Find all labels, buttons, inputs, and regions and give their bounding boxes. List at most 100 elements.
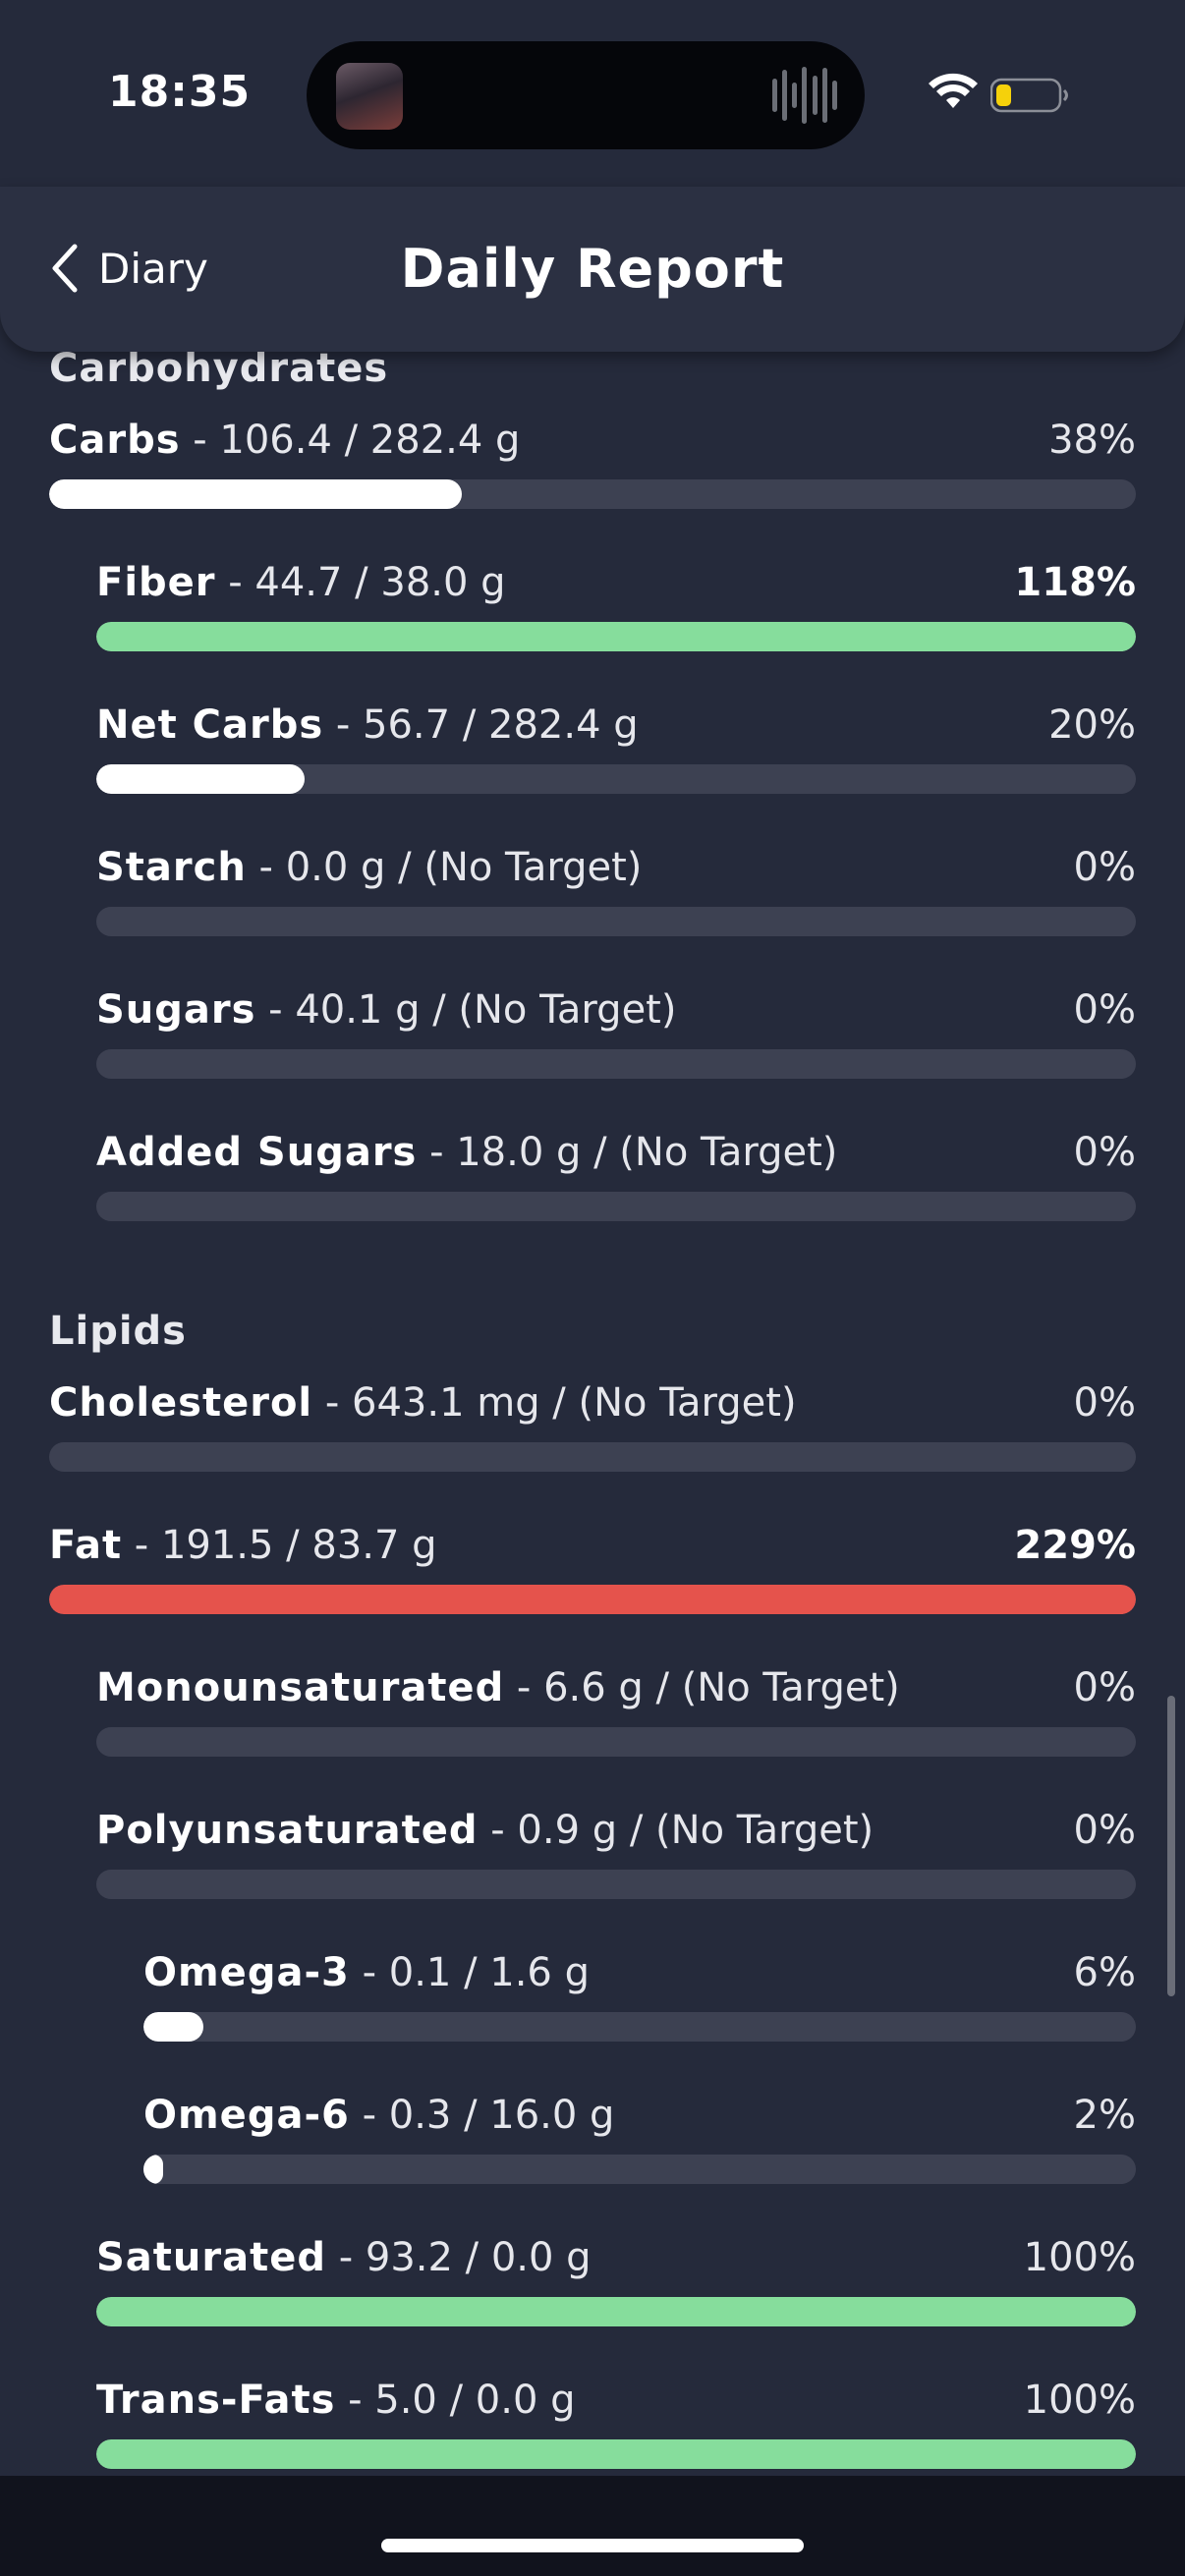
progress-track xyxy=(96,1870,1136,1899)
nutrient-amount: - 191.5 / 83.7 g xyxy=(122,1523,437,1568)
progress-fill xyxy=(49,1585,1136,1614)
nutrient-amount: - 643.1 mg / (No Target) xyxy=(312,1380,797,1426)
nutrient-amount: - 0.0 g / (No Target) xyxy=(246,845,643,890)
progress-track xyxy=(96,2439,1136,2469)
nutrient-percent: 100% xyxy=(1023,2235,1136,2280)
nutrient-percent: 20% xyxy=(1048,702,1136,748)
nutrient-row[interactable]: Trans-Fats - 5.0 / 0.0 g 100% xyxy=(96,2373,1136,2469)
nutrient-name: Omega-6 xyxy=(143,2093,350,2138)
status-time: 18:35 xyxy=(108,67,252,117)
progress-track xyxy=(96,764,1136,794)
nutrient-percent: 38% xyxy=(1048,418,1136,463)
progress-fill xyxy=(143,2155,164,2184)
nutrient-row-header: Added Sugars - 18.0 g / (No Target) 0% xyxy=(96,1125,1136,1180)
nutrient-percent: 118% xyxy=(1014,560,1136,605)
progress-track xyxy=(143,2012,1136,2042)
nutrient-percent: 100% xyxy=(1023,2378,1136,2423)
nutrient-row[interactable]: Polyunsaturated - 0.9 g / (No Target) 0% xyxy=(96,1803,1136,1899)
progress-track xyxy=(96,1049,1136,1079)
nutrient-row-header: Saturated - 93.2 / 0.0 g 100% xyxy=(96,2230,1136,2285)
nutrient-name: Omega-3 xyxy=(143,1950,350,1995)
nutrient-percent: 0% xyxy=(1073,1380,1136,1426)
nutrient-name: Saturated xyxy=(96,2235,326,2280)
wifi-icon xyxy=(929,73,978,108)
nutrient-row-header: Net Carbs - 56.7 / 282.4 g 20% xyxy=(96,698,1136,753)
progress-fill xyxy=(96,2439,1136,2469)
nutrient-name: Sugars xyxy=(96,987,256,1033)
nutrient-amount: - 44.7 / 38.0 g xyxy=(215,560,506,605)
progress-track xyxy=(49,1585,1136,1614)
progress-track xyxy=(96,1727,1136,1757)
scrollbar[interactable] xyxy=(1167,1696,1175,1996)
nutrient-row-header: Omega-3 - 0.1 / 1.6 g 6% xyxy=(143,1945,1136,2000)
nutrient-row[interactable]: Starch - 0.0 g / (No Target) 0% xyxy=(96,840,1136,936)
progress-fill xyxy=(96,622,1136,651)
progress-track xyxy=(49,1442,1136,1472)
nutrient-name: Carbs xyxy=(49,418,181,463)
nutrient-row[interactable]: Omega-6 - 0.3 / 16.0 g 2% xyxy=(143,2088,1136,2184)
nutrient-row[interactable]: Net Carbs - 56.7 / 282.4 g 20% xyxy=(96,698,1136,794)
nutrient-name: Polyunsaturated xyxy=(96,1808,479,1853)
nutrient-row[interactable]: Carbs - 106.4 / 282.4 g 38% xyxy=(49,413,1136,509)
nutrient-amount: - 18.0 g / (No Target) xyxy=(417,1130,838,1175)
nutrient-name: Fat xyxy=(49,1523,123,1568)
nutrient-row-header: Sugars - 40.1 g / (No Target) 0% xyxy=(96,982,1136,1037)
nutrient-name: Net Carbs xyxy=(96,702,324,748)
nutrient-row[interactable]: Saturated - 93.2 / 0.0 g 100% xyxy=(96,2230,1136,2326)
progress-track xyxy=(96,907,1136,936)
nutrient-percent: 2% xyxy=(1073,2093,1136,2138)
nutrient-amount: - 56.7 / 282.4 g xyxy=(323,702,639,748)
nutrient-name: Cholesterol xyxy=(49,1380,313,1426)
nutrient-amount: - 93.2 / 0.0 g xyxy=(326,2235,592,2280)
nutrient-name: Monounsaturated xyxy=(96,1665,505,1710)
nutrient-row[interactable]: Sugars - 40.1 g / (No Target) 0% xyxy=(96,982,1136,1079)
nutrient-name: Fiber xyxy=(96,560,216,605)
nutrient-row-header: Cholesterol - 643.1 mg / (No Target) 0% xyxy=(49,1375,1136,1430)
nutrient-amount: - 40.1 g / (No Target) xyxy=(255,987,677,1033)
nutrient-row[interactable]: Monounsaturated - 6.6 g / (No Target) 0% xyxy=(96,1660,1136,1757)
nutrient-row[interactable]: Added Sugars - 18.0 g / (No Target) 0% xyxy=(96,1125,1136,1221)
nutrient-amount: - 0.3 / 16.0 g xyxy=(349,2093,615,2138)
nutrient-row[interactable]: Omega-3 - 0.1 / 1.6 g 6% xyxy=(143,1945,1136,2042)
nutrient-row-header: Polyunsaturated - 0.9 g / (No Target) 0% xyxy=(96,1803,1136,1858)
nutrient-percent: 229% xyxy=(1014,1523,1136,1568)
nutrient-row-header: Starch - 0.0 g / (No Target) 0% xyxy=(96,840,1136,895)
progress-track xyxy=(96,1192,1136,1221)
nutrient-row-header: Omega-6 - 0.3 / 16.0 g 2% xyxy=(143,2088,1136,2143)
page-title: Daily Report xyxy=(400,238,785,300)
nutrient-row-header: Carbs - 106.4 / 282.4 g 38% xyxy=(49,413,1136,468)
progress-fill xyxy=(143,2012,203,2042)
audio-waveform-icon xyxy=(772,65,837,126)
nutrient-amount: - 6.6 g / (No Target) xyxy=(504,1665,900,1710)
nutrient-percent: 6% xyxy=(1073,1950,1136,1995)
bottom-safe-area xyxy=(0,2476,1185,2576)
dynamic-island[interactable] xyxy=(307,41,865,149)
nutrient-row-header: Fiber - 44.7 / 38.0 g 118% xyxy=(96,555,1136,610)
progress-track xyxy=(49,479,1136,509)
daily-report-screen: 18:35 Carbohydrates Carbs - 106.4 / 282.4… xyxy=(0,0,1185,2576)
nutrient-percent: 0% xyxy=(1073,1130,1136,1175)
nutrient-name: Added Sugars xyxy=(96,1130,418,1175)
nutrient-row[interactable]: Fat - 191.5 / 83.7 g 229% xyxy=(49,1518,1136,1614)
nutrient-percent: 0% xyxy=(1073,845,1136,890)
nutrient-percent: 0% xyxy=(1073,1665,1136,1710)
section-title: Carbohydrates xyxy=(49,346,389,391)
home-indicator[interactable] xyxy=(381,2539,804,2552)
progress-fill xyxy=(96,764,305,794)
nutrient-row[interactable]: Fiber - 44.7 / 38.0 g 118% xyxy=(96,555,1136,651)
nutrient-amount: - 0.1 / 1.6 g xyxy=(349,1950,590,1995)
battery-icon xyxy=(990,78,1068,113)
nutrient-amount: - 0.9 g / (No Target) xyxy=(478,1808,875,1853)
nutrient-name: Trans-Fats xyxy=(96,2378,336,2423)
progress-fill xyxy=(96,2297,1136,2326)
nutrient-row[interactable]: Cholesterol - 643.1 mg / (No Target) 0% xyxy=(49,1375,1136,1472)
report-scroll-content[interactable]: Carbohydrates Carbs - 106.4 / 282.4 g 38% F… xyxy=(0,334,1185,2476)
nutrient-row-header: Monounsaturated - 6.6 g / (No Target) 0% xyxy=(96,1660,1136,1715)
nutrient-amount: - 106.4 / 282.4 g xyxy=(180,418,521,463)
nutrient-percent: 0% xyxy=(1073,1808,1136,1853)
section-title: Lipids xyxy=(49,1309,187,1354)
nutrient-amount: - 5.0 / 0.0 g xyxy=(335,2378,576,2423)
nutrient-row-header: Trans-Fats - 5.0 / 0.0 g 100% xyxy=(96,2373,1136,2428)
progress-track xyxy=(96,622,1136,651)
nutrient-row-header: Fat - 191.5 / 83.7 g 229% xyxy=(49,1518,1136,1573)
